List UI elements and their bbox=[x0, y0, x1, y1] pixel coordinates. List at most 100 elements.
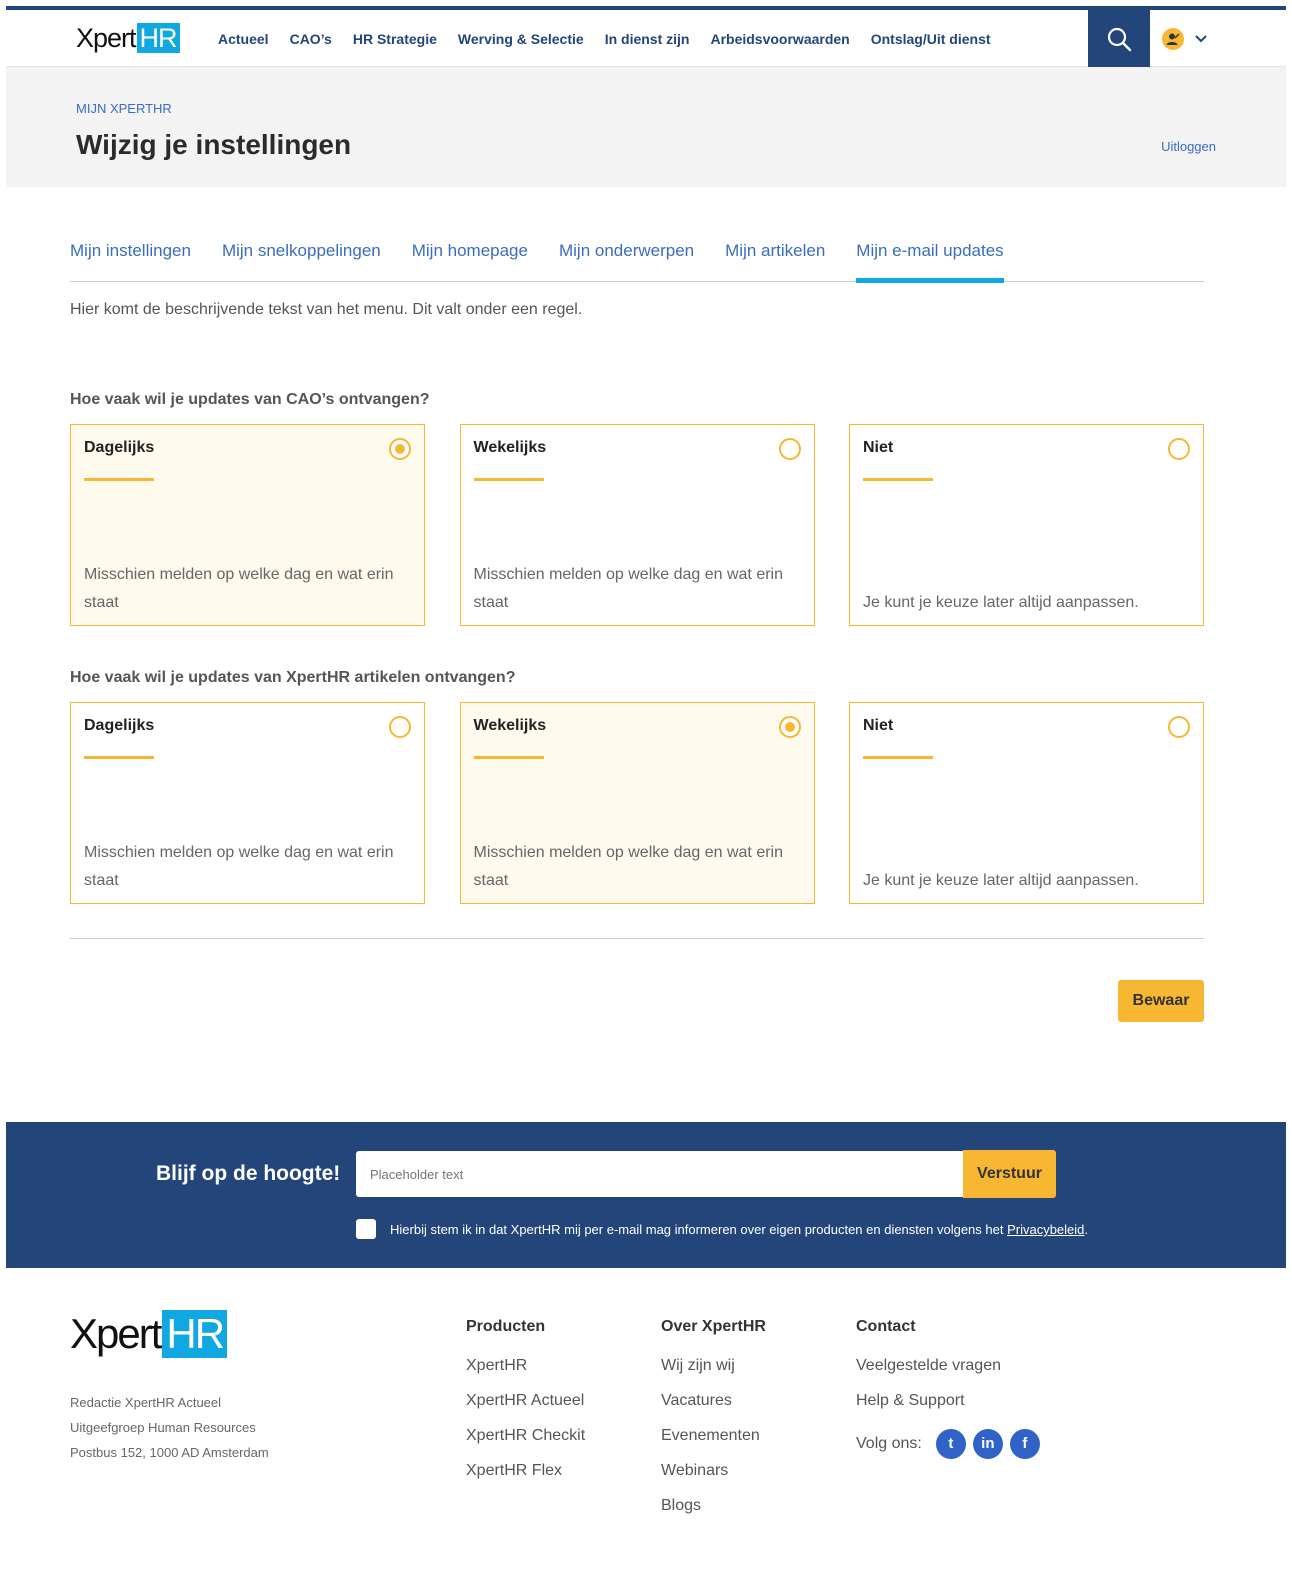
option-underline bbox=[473, 756, 544, 759]
footer-link-xperthr[interactable]: XpertHR bbox=[466, 1356, 585, 1391]
footer-col-producten: Producten XpertHR XpertHR Actueel XpertH… bbox=[466, 1318, 585, 1496]
option-title: Niet bbox=[863, 439, 894, 456]
option-title: Niet bbox=[863, 717, 894, 734]
option-description: Je kunt je keuze later altijd aanpassen. bbox=[863, 872, 1139, 889]
consent-text: Hierbij stem ik in dat XpertHR mij per e… bbox=[390, 1222, 1088, 1237]
option-artikelen-wekelijks[interactable]: Wekelijks Misschien melden op welke dag … bbox=[459, 702, 815, 904]
chevron-down-icon bbox=[1195, 34, 1207, 42]
consent-checkbox[interactable] bbox=[356, 1219, 376, 1239]
footer-link-vacatures[interactable]: Vacatures bbox=[661, 1391, 766, 1426]
option-caos-niet[interactable]: Niet Je kunt je keuze later altijd aanpa… bbox=[849, 424, 1204, 626]
option-description: Misschien melden op welke dag en wat eri… bbox=[84, 844, 394, 889]
tab-mijn-onderwerpen[interactable]: Mijn onderwerpen bbox=[559, 240, 694, 282]
footer-col-title: Over XpertHR bbox=[661, 1318, 766, 1335]
nav-caos[interactable]: CAO’s bbox=[290, 31, 332, 47]
footer-link-webinars[interactable]: Webinars bbox=[661, 1461, 766, 1496]
footer-col-over: Over XpertHR Wij zijn wij Vacatures Even… bbox=[661, 1318, 766, 1531]
nav-hr-strategie[interactable]: HR Strategie bbox=[353, 31, 437, 47]
option-description: Misschien melden op welke dag en wat eri… bbox=[84, 566, 394, 611]
option-caos-wekelijks[interactable]: Wekelijks Misschien melden op welke dag … bbox=[459, 424, 815, 626]
option-underline bbox=[84, 478, 154, 481]
radio-button[interactable] bbox=[1168, 716, 1190, 738]
radio-button[interactable] bbox=[389, 716, 411, 738]
footer-logo-mark: HR bbox=[162, 1310, 228, 1358]
newsletter-submit-button[interactable]: Verstuur bbox=[963, 1150, 1056, 1198]
search-icon bbox=[1107, 27, 1132, 52]
address-line: Uitgeefgroep Human Resources bbox=[70, 1420, 256, 1435]
footer-address: Redactie XpertHR Actueel Uitgeefgroep Hu… bbox=[70, 1390, 269, 1465]
search-button[interactable] bbox=[1088, 10, 1150, 68]
site-logo[interactable]: Xpert HR bbox=[76, 23, 180, 53]
twitter-icon[interactable]: t bbox=[935, 1428, 966, 1459]
footer-col-title: Producten bbox=[466, 1318, 546, 1335]
linkedin-icon[interactable]: in bbox=[972, 1428, 1003, 1459]
option-underline bbox=[863, 478, 933, 481]
facebook-icon[interactable]: f bbox=[1009, 1428, 1040, 1459]
privacy-policy-link[interactable]: Privacybeleid bbox=[1007, 1222, 1084, 1237]
newsletter-email-input[interactable] bbox=[356, 1151, 963, 1197]
consent-end: . bbox=[1084, 1222, 1089, 1237]
option-underline bbox=[473, 478, 544, 481]
section-divider bbox=[70, 938, 1204, 939]
nav-in-dienst-zijn[interactable]: In dienst zijn bbox=[605, 31, 690, 47]
newsletter-title: Blijf op de hoogte! bbox=[156, 1162, 341, 1185]
main-nav: Actueel CAO’s HR Strategie Werving & Sel… bbox=[218, 10, 1012, 67]
user-menu-button[interactable] bbox=[1162, 10, 1208, 67]
option-underline bbox=[84, 756, 154, 759]
nav-ontslag[interactable]: Ontslag/Uit dienst bbox=[871, 31, 991, 47]
footer-logo[interactable]: Xpert HR bbox=[70, 1310, 228, 1358]
question-caos: Hoe vaak wil je updates van CAO’s ontvan… bbox=[70, 391, 430, 408]
nav-arbeidsvoorwaarden[interactable]: Arbeidsvoorwaarden bbox=[710, 31, 849, 47]
radio-button[interactable] bbox=[778, 438, 801, 460]
radio-button[interactable] bbox=[389, 438, 411, 460]
footer-link-blogs[interactable]: Blogs bbox=[661, 1496, 766, 1531]
radio-button[interactable] bbox=[1168, 438, 1190, 460]
save-button[interactable]: Bewaar bbox=[1118, 980, 1204, 1022]
footer-col-contact: Contact Veelgestelde vragen Help & Suppo… bbox=[856, 1318, 1047, 1461]
option-title: Wekelijks bbox=[473, 439, 547, 456]
footer-link-faq[interactable]: Veelgestelde vragen bbox=[856, 1356, 1047, 1391]
logo-mark: HR bbox=[136, 23, 180, 53]
follow-label: Volg ons: bbox=[856, 1434, 922, 1452]
footer-link-wij-zijn-wij[interactable]: Wij zijn wij bbox=[661, 1356, 766, 1391]
footer-link-evenementen[interactable]: Evenementen bbox=[661, 1426, 766, 1461]
site-header: Xpert HR Actueel CAO’s HR Strategie Wervi… bbox=[6, 10, 1286, 68]
option-underline bbox=[863, 756, 933, 759]
social-links: Volg ons: t in f bbox=[856, 1426, 1047, 1461]
tab-mijn-email-updates[interactable]: Mijn e-mail updates bbox=[856, 240, 1005, 283]
settings-tabs: Mijn instellingen Mijn snelkoppelingen M… bbox=[70, 240, 1204, 283]
options-caos: Dagelijks Misschien melden op welke dag … bbox=[70, 424, 1204, 626]
radio-button[interactable] bbox=[778, 716, 801, 738]
footer-link-xperthr-flex[interactable]: XpertHR Flex bbox=[466, 1461, 585, 1496]
footer-link-xperthr-actueel[interactable]: XpertHR Actueel bbox=[466, 1391, 585, 1426]
breadcrumb[interactable]: MIJN XPERTHR bbox=[76, 101, 172, 116]
option-artikelen-dagelijks[interactable]: Dagelijks Misschien melden op welke dag … bbox=[70, 702, 425, 904]
option-artikelen-niet[interactable]: Niet Je kunt je keuze later altijd aanpa… bbox=[849, 702, 1204, 904]
newsletter-signup: Blijf op de hoogte! Verstuur Hierbij ste… bbox=[6, 1122, 1286, 1268]
options-artikelen: Dagelijks Misschien melden op welke dag … bbox=[70, 702, 1204, 904]
tab-mijn-instellingen[interactable]: Mijn instellingen bbox=[70, 240, 191, 282]
footer-link-xperthr-checkit[interactable]: XpertHR Checkit bbox=[466, 1426, 585, 1461]
tab-mijn-homepage[interactable]: Mijn homepage bbox=[412, 240, 528, 282]
user-icon bbox=[1162, 27, 1184, 50]
page-title: Wijzig je instellingen bbox=[76, 129, 352, 160]
nav-actueel[interactable]: Actueel bbox=[218, 31, 269, 47]
option-description: Misschien melden op welke dag en wat eri… bbox=[473, 844, 784, 889]
page-header: MIJN XPERTHR Wijzig je instellingen Uitl… bbox=[6, 67, 1286, 187]
tab-mijn-snelkoppelingen[interactable]: Mijn snelkoppelingen bbox=[222, 240, 381, 282]
address-line: Postbus 152, 1000 AD Amsterdam bbox=[70, 1445, 269, 1460]
address-line: Redactie XpertHR Actueel bbox=[70, 1395, 222, 1410]
logout-link[interactable]: Uitloggen bbox=[1161, 139, 1216, 154]
option-description: Misschien melden op welke dag en wat eri… bbox=[473, 566, 784, 611]
option-title: Wekelijks bbox=[473, 717, 547, 734]
footer-logo-text: Xpert bbox=[70, 1310, 162, 1357]
footer-link-help-support[interactable]: Help & Support bbox=[856, 1391, 1047, 1426]
logo-text: Xpert bbox=[76, 23, 137, 53]
option-title: Dagelijks bbox=[84, 439, 155, 456]
page: Xpert HR Actueel CAO’s HR Strategie Wervi… bbox=[6, 6, 1286, 187]
nav-werving-selectie[interactable]: Werving & Selectie bbox=[458, 31, 584, 47]
consent-label: Hierbij stem ik in dat XpertHR mij per e… bbox=[390, 1222, 1008, 1237]
option-caos-dagelijks[interactable]: Dagelijks Misschien melden op welke dag … bbox=[70, 424, 425, 626]
tab-mijn-artikelen[interactable]: Mijn artikelen bbox=[725, 240, 825, 282]
tab-description: Hier komt de beschrijvende tekst van het… bbox=[70, 301, 583, 318]
